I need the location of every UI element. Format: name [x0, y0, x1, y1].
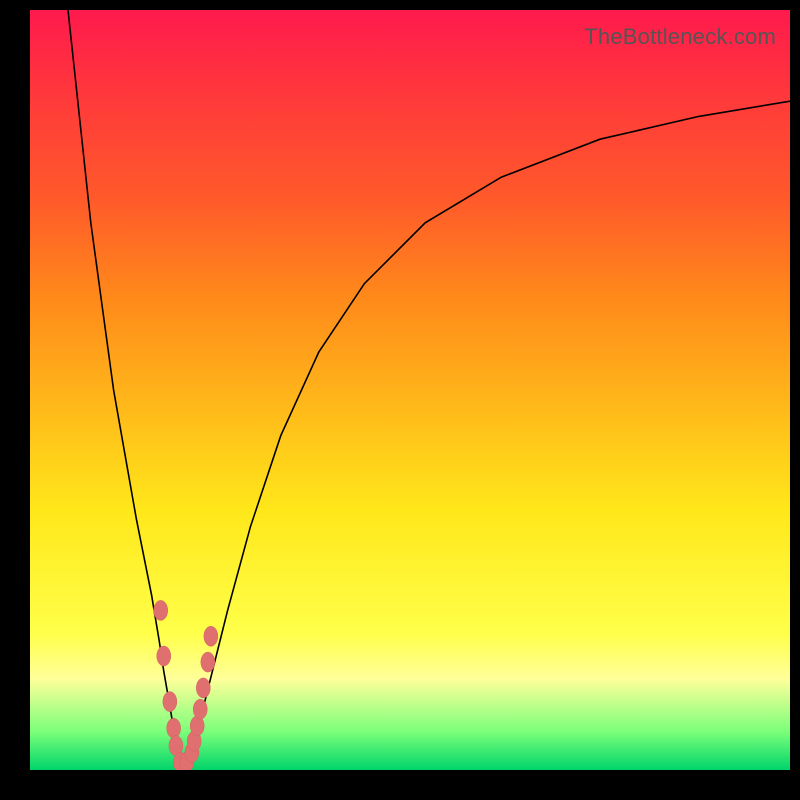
- curve-right-branch: [182, 101, 790, 766]
- plot-area: TheBottleneck.com: [30, 10, 790, 770]
- marker-point: [154, 600, 168, 620]
- marker-point: [204, 626, 218, 646]
- marker-point: [201, 652, 215, 672]
- marker-point: [167, 718, 181, 738]
- chart-canvas: TheBottleneck.com: [0, 0, 800, 800]
- marker-point: [157, 646, 171, 666]
- curve-layer: [30, 10, 790, 770]
- marker-point: [193, 699, 207, 719]
- marker-point: [163, 692, 177, 712]
- marker-group: [154, 600, 218, 770]
- marker-point: [196, 678, 210, 698]
- watermark-text: TheBottleneck.com: [584, 24, 776, 50]
